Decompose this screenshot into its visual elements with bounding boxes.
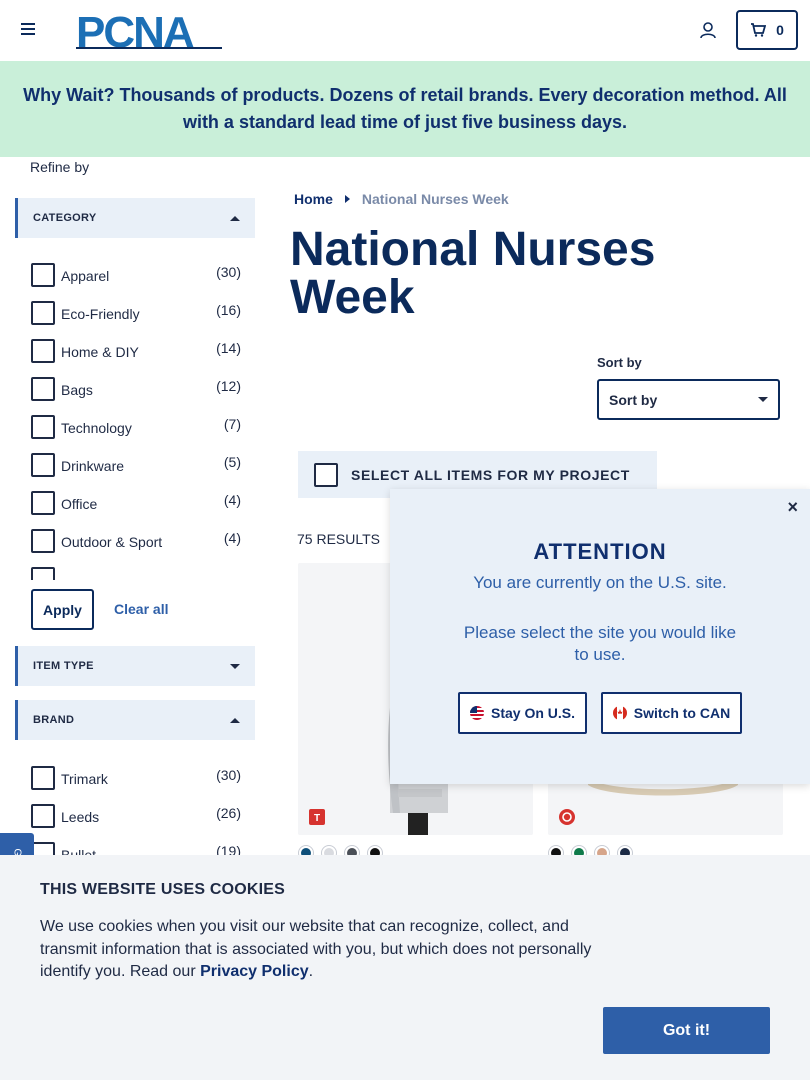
facet-category-title: CATEGORY — [33, 212, 97, 224]
caret-up-icon — [230, 717, 240, 723]
cart-icon — [751, 23, 767, 37]
site-header: PCNA 0 — [0, 0, 810, 61]
cookie-banner: THIS WEBSITE USES COOKIES We use cookies… — [0, 855, 810, 1080]
promo-banner: Why Wait? Thousands of products. Dozens … — [0, 61, 810, 157]
facet-option-partial — [31, 562, 243, 580]
promo-banner-text: Why Wait? Thousands of products. Dozens … — [23, 85, 787, 132]
facet-option[interactable]: Trimark (30) — [31, 761, 243, 799]
facet-option[interactable]: Leeds (26) — [31, 799, 243, 837]
facet-option[interactable]: Eco-Friendly (16) — [31, 296, 243, 334]
facet-option[interactable]: Home & DIY (14) — [31, 334, 243, 372]
stay-on-us-button[interactable]: Stay On U.S. — [458, 692, 587, 734]
checkbox[interactable] — [31, 453, 55, 477]
chevron-down-icon — [758, 397, 768, 402]
trimark-badge-icon: T — [309, 809, 325, 825]
close-icon[interactable]: × — [787, 497, 798, 518]
select-all-checkbox[interactable] — [314, 462, 338, 487]
checkbox[interactable] — [31, 301, 55, 325]
facet-category-header[interactable]: CATEGORY — [15, 198, 255, 238]
cart-count: 0 — [776, 22, 784, 38]
facet-option[interactable]: Office (4) — [31, 486, 243, 524]
cart-button[interactable]: 0 — [736, 10, 798, 50]
breadcrumb-home-link[interactable]: Home — [294, 191, 333, 207]
checkbox[interactable] — [31, 263, 55, 287]
facet-brand-title: BRAND — [33, 714, 75, 726]
cookie-text: We use cookies when you visit our websit… — [40, 918, 592, 980]
svg-text:T: T — [314, 813, 320, 824]
apply-button[interactable]: Apply — [31, 589, 94, 630]
switch-to-can-label: Switch to CAN — [633, 705, 731, 721]
checkbox[interactable] — [31, 766, 55, 790]
results-count: 75 RESULTS — [297, 531, 380, 547]
clear-all-link[interactable]: Clear all — [114, 601, 168, 617]
checkbox[interactable] — [31, 567, 55, 580]
breadcrumb-current: National Nurses Week — [361, 191, 509, 207]
checkbox[interactable] — [31, 377, 55, 401]
cookie-title: THIS WEBSITE USES COOKIES — [40, 881, 286, 898]
svg-text:PCNA: PCNA — [76, 10, 194, 50]
facet-option[interactable]: Technology (7) — [31, 410, 243, 448]
refine-label: Refine by — [30, 159, 90, 175]
account-icon[interactable] — [698, 21, 718, 39]
page-title: National Nurses Week — [290, 223, 656, 324]
checkbox[interactable] — [31, 415, 55, 439]
caret-down-icon — [230, 663, 240, 669]
sort-dropdown[interactable]: Sort by — [597, 379, 780, 420]
facet-option[interactable]: Outdoor & Sport (4) — [31, 524, 243, 562]
facet-option[interactable]: Drinkware (5) — [31, 448, 243, 486]
modal-select-site-text: Please select the site you would like to… — [463, 623, 737, 664]
accept-cookies-button[interactable]: Got it! — [603, 1007, 770, 1054]
modal-title: ATTENTION — [533, 539, 667, 564]
facet-brand-header[interactable]: BRAND — [15, 700, 255, 740]
checkbox[interactable] — [31, 529, 55, 553]
sort-label: Sort by — [597, 355, 642, 370]
canada-flag-icon — [612, 706, 627, 720]
facet-item-type-title: ITEM TYPE — [33, 660, 94, 672]
facet-item-type-header[interactable]: ITEM TYPE — [15, 646, 255, 686]
select-all-label: SELECT ALL ITEMS FOR MY PROJECT — [351, 466, 630, 483]
stay-on-us-label: Stay On U.S. — [490, 705, 576, 721]
us-flag-icon — [469, 706, 484, 720]
facet-option[interactable]: Apparel (30) — [31, 258, 243, 296]
site-selector-modal: × ATTENTION You are currently on the U.S… — [390, 489, 810, 784]
facet-option[interactable]: Bags (12) — [31, 372, 243, 410]
checkbox[interactable] — [31, 491, 55, 515]
hamburger-menu-icon[interactable] — [21, 23, 35, 37]
brand-facet-list: Trimark (30) Leeds (26) Bullet (19) — [31, 761, 243, 861]
sort-value: Sort by — [609, 391, 658, 408]
breadcrumb: Home National Nurses Week — [294, 191, 509, 207]
privacy-policy-link[interactable]: Privacy Policy — [200, 963, 309, 980]
checkbox[interactable] — [31, 339, 55, 363]
modal-current-site-text: You are currently on the U.S. site. — [473, 573, 727, 592]
category-facet-list: Apparel (30) Eco-Friendly (16) Home & DIY(… — [31, 258, 243, 580]
switch-to-can-button[interactable]: Switch to CAN — [601, 692, 742, 734]
brand-badge-icon — [559, 809, 575, 825]
caret-up-icon — [230, 215, 240, 221]
chevron-right-icon — [344, 195, 350, 203]
checkbox[interactable] — [31, 804, 55, 828]
pcna-logo[interactable]: PCNA — [76, 10, 224, 50]
